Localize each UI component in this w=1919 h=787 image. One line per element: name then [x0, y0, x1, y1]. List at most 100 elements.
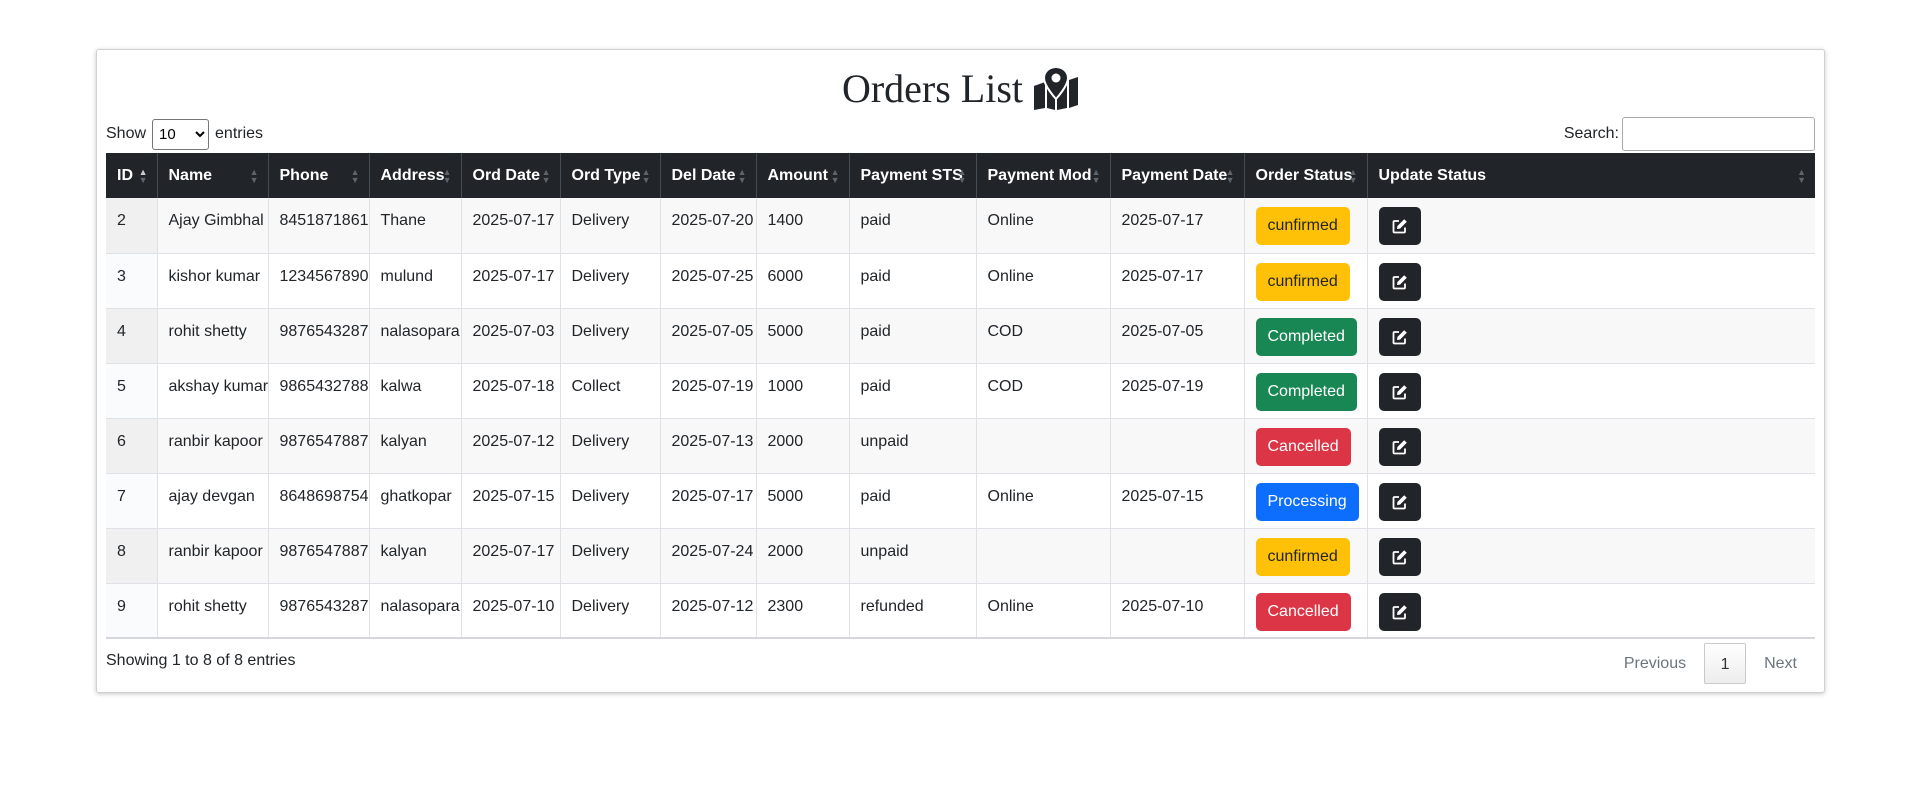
- cell-name: ranbir kapoor: [157, 528, 269, 584]
- next-page-button[interactable]: Next: [1746, 643, 1815, 684]
- cell-ord-date: 2025-07-17: [461, 528, 561, 584]
- sort-icon: ▲ ▼: [442, 166, 452, 185]
- cell-payment-date: [1110, 528, 1245, 584]
- update-status-button[interactable]: [1378, 482, 1421, 521]
- cell-address: Thane: [369, 198, 462, 254]
- cell-ord-date: 2025-07-17: [461, 198, 561, 254]
- sort-icon: ▲ ▼: [737, 166, 747, 185]
- order-status-badge: Cancelled: [1255, 592, 1351, 631]
- update-status-button[interactable]: [1378, 537, 1421, 576]
- edit-icon: [1392, 549, 1407, 564]
- cell-amount: 6000: [756, 253, 850, 309]
- column-header-del-date[interactable]: Del Date ▲ ▼: [660, 153, 757, 198]
- update-status-button[interactable]: [1378, 592, 1421, 631]
- cell-payment-mod: Online: [976, 473, 1111, 529]
- sort-icon: ▲ ▼: [541, 166, 551, 185]
- update-status-button[interactable]: [1378, 372, 1421, 411]
- cell-id: 9: [106, 583, 158, 639]
- cell-ord-type: Delivery: [560, 583, 661, 639]
- column-header-amount[interactable]: Amount ▲ ▼: [756, 153, 850, 198]
- cell-del-date: 2025-07-12: [660, 583, 757, 639]
- column-header-update-status[interactable]: Update Status ▲ ▼: [1367, 153, 1815, 198]
- cell-order-status: Processing: [1244, 473, 1368, 529]
- table-row: 2 Ajay Gimbhal 8451871861 Thane 2025-07-17 De…: [106, 198, 1815, 254]
- cell-update-status: [1367, 473, 1815, 529]
- page-title: Orders List: [841, 65, 1024, 111]
- cell-name: ajay devgan: [157, 473, 269, 529]
- cell-del-date: 2025-07-24: [660, 528, 757, 584]
- order-status-badge: cunfirmed: [1255, 207, 1350, 245]
- cell-phone: 9865432788: [268, 363, 370, 419]
- sort-asc-icon: ▲ ▼: [138, 166, 148, 185]
- update-status-button[interactable]: [1378, 207, 1421, 245]
- edit-icon: [1392, 494, 1407, 509]
- update-status-button[interactable]: [1378, 427, 1421, 466]
- cell-update-status: [1367, 308, 1815, 364]
- cell-ord-date: 2025-07-17: [461, 253, 561, 309]
- cell-phone: 1234567890: [268, 253, 370, 309]
- previous-page-button[interactable]: Previous: [1606, 643, 1704, 684]
- cell-ord-date: 2025-07-18: [461, 363, 561, 419]
- cell-ord-date: 2025-07-12: [461, 418, 561, 474]
- cell-amount: 5000: [756, 473, 850, 529]
- search-input[interactable]: [1622, 117, 1815, 151]
- column-header-phone[interactable]: Phone ▲ ▼: [268, 153, 370, 198]
- cell-payment-date: 2025-07-19: [1110, 363, 1245, 419]
- cell-name: akshay kumar: [157, 363, 269, 419]
- cell-update-status: [1367, 418, 1815, 474]
- sort-icon: ▲ ▼: [1225, 166, 1235, 185]
- column-header-payment-date[interactable]: Payment Date ▲ ▼: [1110, 153, 1245, 198]
- cell-ord-type: Delivery: [560, 308, 661, 364]
- table-row: 7 ajay devgan 8648698754 ghatkopar 2025-07-1…: [106, 473, 1815, 529]
- update-status-button[interactable]: [1378, 317, 1421, 356]
- cell-amount: 2000: [756, 418, 850, 474]
- column-header-payment-mod[interactable]: Payment Mod ▲ ▼: [976, 153, 1111, 198]
- cell-payment-mod: Online: [976, 583, 1111, 639]
- cell-address: kalyan: [369, 528, 462, 584]
- sort-icon: ▲ ▼: [1348, 166, 1358, 185]
- cell-id: 3: [106, 253, 158, 309]
- table-info: Showing 1 to 8 of 8 entries: [106, 652, 296, 669]
- cell-address: mulund: [369, 253, 462, 309]
- cell-del-date: 2025-07-19: [660, 363, 757, 419]
- cell-payment-date: [1110, 418, 1245, 474]
- cell-payment-mod: COD: [976, 363, 1111, 419]
- cell-order-status: cunfirmed: [1244, 198, 1368, 254]
- cell-phone: 8648698754: [268, 473, 370, 529]
- sort-icon: ▲ ▼: [830, 166, 840, 185]
- cell-order-status: Cancelled: [1244, 418, 1368, 474]
- column-header-address[interactable]: Address ▲ ▼: [369, 153, 462, 198]
- edit-icon: [1392, 219, 1407, 234]
- orders-table: ID ▲ ▼ Name ▲ ▼ Phone ▲ ▼ Address ▲ ▼ Ord Date ▲ ▼…: [106, 153, 1815, 639]
- sort-icon: ▲ ▼: [249, 166, 259, 185]
- map-location-icon: [1033, 65, 1079, 110]
- cell-order-status: Completed: [1244, 308, 1368, 364]
- orders-card: Orders List Show 102550100 entries Searc…: [96, 49, 1825, 693]
- cell-order-status: Cancelled: [1244, 583, 1368, 639]
- page-length-select[interactable]: 102550100: [152, 118, 210, 150]
- cell-payment-sts: paid: [849, 198, 977, 254]
- cell-del-date: 2025-07-05: [660, 308, 757, 364]
- column-header-order-status[interactable]: Order Status ▲ ▼: [1244, 153, 1368, 198]
- cell-payment-date: 2025-07-15: [1110, 473, 1245, 529]
- cell-update-status: [1367, 253, 1815, 309]
- column-header-payment-sts[interactable]: Payment STS ▲ ▼: [849, 153, 977, 198]
- cell-phone: 8451871861: [268, 198, 370, 254]
- cell-amount: 2300: [756, 583, 850, 639]
- cell-order-status: Completed: [1244, 363, 1368, 419]
- column-header-ord-type[interactable]: Ord Type ▲ ▼: [560, 153, 661, 198]
- column-header-ord-date[interactable]: Ord Date ▲ ▼: [461, 153, 561, 198]
- table-row: 8 ranbir kapoor 9876547887 kalyan 2025-07-17…: [106, 528, 1815, 584]
- column-header-id[interactable]: ID ▲ ▼: [106, 153, 158, 198]
- sort-icon: ▲ ▼: [641, 166, 651, 185]
- update-status-button[interactable]: [1378, 262, 1421, 301]
- cell-ord-type: Delivery: [560, 528, 661, 584]
- cell-address: nalasopara: [369, 308, 462, 364]
- page-1-button[interactable]: 1: [1704, 643, 1747, 684]
- page-length-control: Show 102550100 entries: [106, 116, 263, 152]
- sort-icon: ▲ ▼: [957, 166, 967, 185]
- cell-payment-mod: Online: [976, 198, 1111, 254]
- cell-address: kalyan: [369, 418, 462, 474]
- cell-payment-mod: COD: [976, 308, 1111, 364]
- column-header-name[interactable]: Name ▲ ▼: [157, 153, 269, 198]
